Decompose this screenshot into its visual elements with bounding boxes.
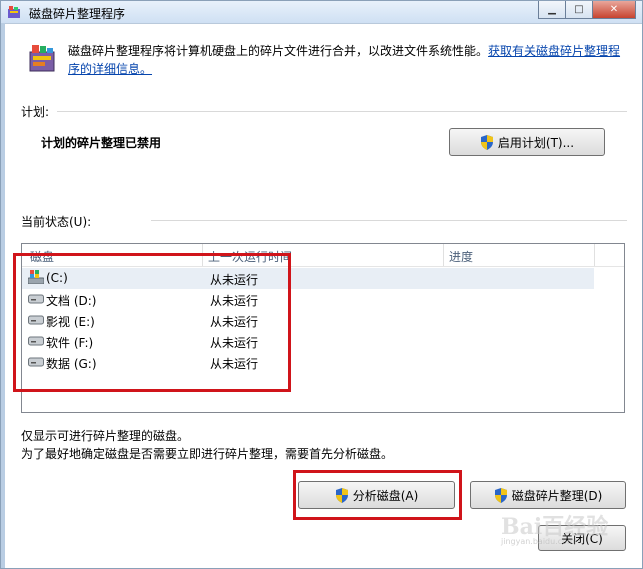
- schedule-status: 计划的碎片整理已禁用: [41, 136, 162, 150]
- schedule-separator: [57, 111, 627, 112]
- window-controls: ▁ □ ✕: [538, 1, 636, 19]
- title-bar[interactable]: 磁盘碎片整理程序 ▁ □ ✕: [1, 1, 642, 24]
- enable-schedule-label: 启用计划(T)...: [497, 135, 575, 150]
- window-frame-edge: [1, 23, 5, 568]
- uac-shield-icon: [480, 134, 493, 150]
- column-divider: [594, 244, 595, 266]
- minimize-button[interactable]: ▁: [538, 1, 566, 19]
- close-window-button[interactable]: ✕: [592, 1, 636, 19]
- schedule-label: 计划:: [21, 105, 50, 119]
- maximize-button[interactable]: □: [565, 1, 593, 19]
- column-progress[interactable]: 进度: [449, 248, 473, 265]
- intro-text: 磁盘碎片整理程序将计算机硬盘上的碎片文件进行合并，以改进文件系统性能。获取有关磁…: [68, 42, 628, 78]
- defrag-disk-label: 磁盘碎片整理(D): [511, 488, 603, 503]
- status-separator: [151, 220, 627, 221]
- highlight-box-analyze: [293, 470, 462, 520]
- enable-schedule-button[interactable]: 启用计划(T)...: [449, 128, 605, 156]
- baidu-watermark-url: jingyan.baidu.com: [501, 537, 575, 546]
- defrag-window: 磁盘碎片整理程序 ▁ □ ✕ 磁盘碎片整理程序将计算机硬盘上的碎片文件进行合并，…: [0, 0, 643, 569]
- note-analyze-first: 为了最好地确定磁盘是否需要立即进行碎片整理，需要首先分析磁盘。: [21, 447, 394, 461]
- column-divider: [443, 244, 444, 266]
- defrag-header-icon: [29, 45, 55, 72]
- highlight-box-disks: [13, 253, 291, 392]
- window-title: 磁盘碎片整理程序: [29, 7, 126, 21]
- intro-description: 磁盘碎片整理程序将计算机硬盘上的碎片文件进行合并，以改进文件系统性能。: [68, 44, 489, 58]
- current-status-label: 当前状态(U):: [21, 215, 92, 229]
- defrag-app-icon: [8, 6, 20, 18]
- note-defraggable-only: 仅显示可进行碎片整理的磁盘。: [21, 429, 190, 443]
- uac-shield-icon: [494, 487, 507, 503]
- defrag-disk-button[interactable]: 磁盘碎片整理(D): [470, 481, 626, 509]
